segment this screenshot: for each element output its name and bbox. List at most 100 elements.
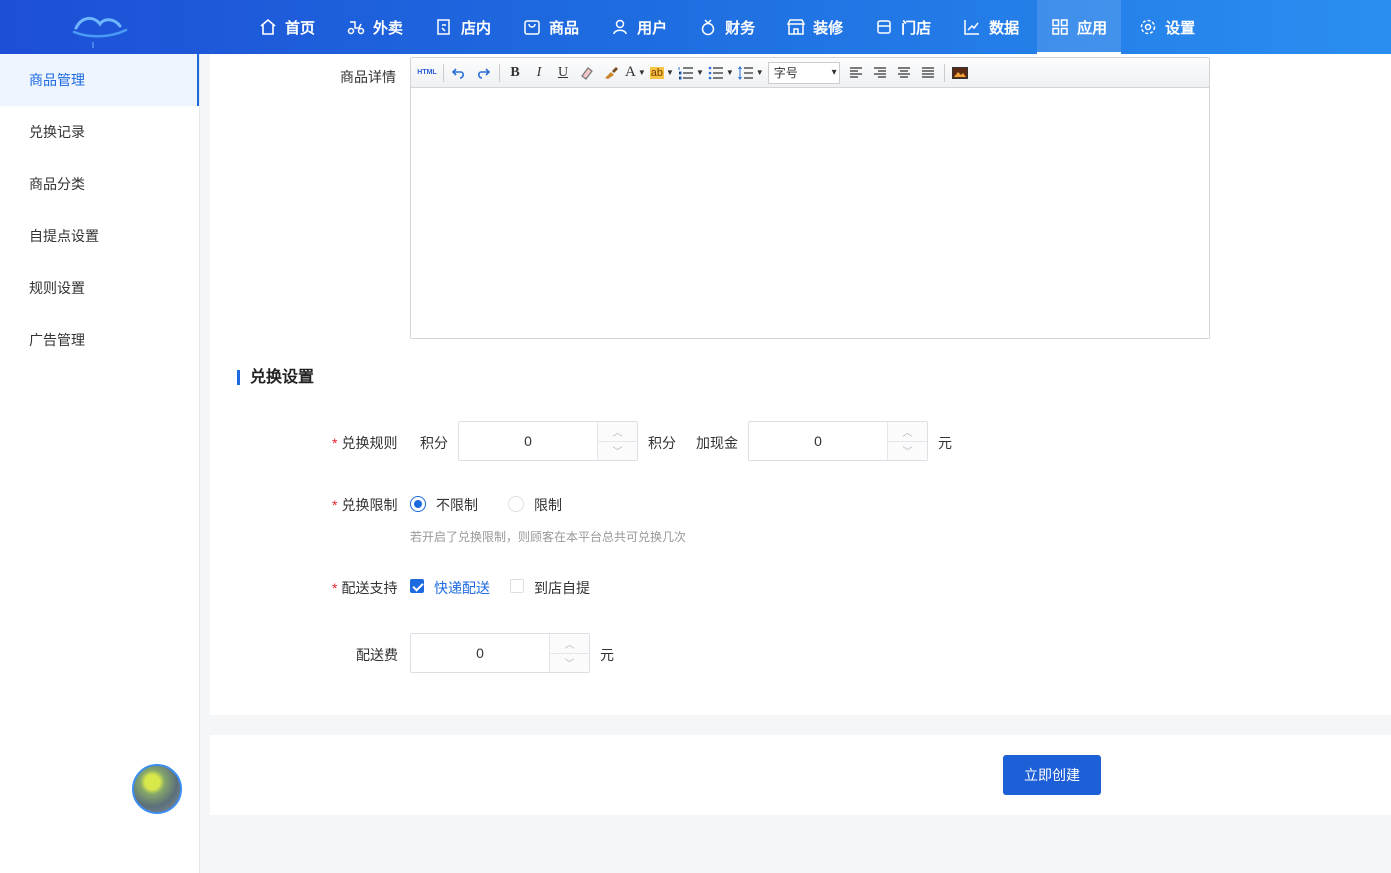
format-brush-icon[interactable] bbox=[601, 63, 621, 83]
apps-icon bbox=[1051, 18, 1069, 36]
nav-item-instore[interactable]: 店内 bbox=[421, 0, 505, 54]
nav-item-finance[interactable]: 财务 bbox=[685, 0, 769, 54]
exchange-limit-label-text: 兑换限制 bbox=[341, 497, 398, 513]
fee-input[interactable]: 0 ︿ ﹀ bbox=[410, 633, 590, 673]
radio-limited[interactable] bbox=[508, 496, 524, 512]
section-title: 兑换设置 bbox=[237, 370, 314, 386]
nav-item-apps[interactable]: 应用 bbox=[1037, 0, 1122, 54]
cash-value[interactable]: 0 bbox=[749, 422, 887, 460]
moneybag-icon bbox=[699, 18, 717, 36]
nav-label: 应用 bbox=[1077, 19, 1108, 37]
align-center-icon[interactable] bbox=[894, 63, 914, 83]
align-right-icon[interactable] bbox=[870, 63, 890, 83]
radio-unlimited-label[interactable]: 不限制 bbox=[436, 495, 478, 515]
cash-unit: 元 bbox=[938, 435, 952, 451]
qr-icon bbox=[435, 18, 453, 36]
nav-item-stores[interactable]: 门店 bbox=[861, 0, 945, 54]
nav-item-data[interactable]: 数据 bbox=[949, 0, 1033, 54]
avatar[interactable] bbox=[132, 764, 182, 814]
nav-item-home[interactable]: 首页 bbox=[245, 0, 329, 54]
nav-item-settings[interactable]: 设置 bbox=[1125, 0, 1209, 54]
points-value[interactable]: 0 bbox=[459, 422, 597, 460]
delivery-label-text: 配送支持 bbox=[341, 580, 398, 596]
nav-label: 店内 bbox=[461, 19, 492, 37]
delivery-label: 配送支持 bbox=[332, 578, 397, 598]
toolbar-divider bbox=[443, 63, 444, 82]
points-unit: 积分 bbox=[648, 435, 676, 451]
sidebar-item-goods-management[interactable]: 商品管理 bbox=[0, 54, 199, 106]
express-checkbox[interactable] bbox=[410, 579, 424, 593]
sidebar: 商品管理 兑换记录 商品分类 自提点设置 规则设置 广告管理 bbox=[0, 54, 200, 873]
footer-bar: 立即创建 bbox=[210, 735, 1391, 815]
chart-icon bbox=[963, 18, 981, 36]
pickup-checkbox[interactable] bbox=[510, 579, 524, 593]
sidebar-item-goods-category[interactable]: 商品分类 bbox=[0, 158, 199, 210]
align-left-icon[interactable] bbox=[846, 63, 866, 83]
top-navbar: 首页 外卖 店内 商品 用户 财务 装修 门店 数据 应用 设置 bbox=[0, 0, 1391, 54]
redo-icon[interactable] bbox=[473, 63, 493, 83]
radio-unlimited[interactable] bbox=[410, 496, 426, 512]
exchange-limit-label: 兑换限制 bbox=[332, 495, 397, 515]
fee-value[interactable]: 0 bbox=[411, 634, 549, 672]
sidebar-item-pickup-settings[interactable]: 自提点设置 bbox=[0, 210, 199, 262]
gear-icon bbox=[1139, 18, 1157, 36]
toolbar-divider bbox=[943, 63, 945, 82]
image-icon[interactable] bbox=[950, 63, 970, 83]
html-source-button[interactable]: HTML bbox=[417, 63, 437, 83]
decrement-icon[interactable]: ﹀ bbox=[550, 654, 589, 673]
increment-icon[interactable]: ︿ bbox=[888, 422, 927, 442]
highlight-button[interactable]: ab ▼ bbox=[649, 63, 674, 83]
user-icon bbox=[611, 18, 629, 36]
pickup-label[interactable]: 到店自提 bbox=[534, 578, 590, 598]
nav-item-goods[interactable]: 商品 bbox=[509, 0, 593, 54]
ordered-list-icon[interactable]: ▼ bbox=[678, 63, 704, 83]
sidebar-item-exchange-records[interactable]: 兑换记录 bbox=[0, 106, 199, 158]
sidebar-item-rule-settings[interactable]: 规则设置 bbox=[0, 262, 199, 314]
detail-label: 商品详情 bbox=[340, 69, 396, 85]
points-stepper: ︿ ﹀ bbox=[597, 422, 637, 460]
unordered-list-icon[interactable]: ▼ bbox=[708, 63, 734, 83]
italic-button[interactable]: I bbox=[529, 63, 549, 83]
nav-label: 外卖 bbox=[373, 19, 404, 37]
nav-label: 设置 bbox=[1165, 19, 1196, 37]
create-button[interactable]: 立即创建 bbox=[1003, 755, 1101, 795]
undo-icon[interactable] bbox=[449, 63, 469, 83]
express-label[interactable]: 快递配送 bbox=[434, 578, 490, 598]
font-color-button[interactable]: A ▼ bbox=[625, 63, 646, 83]
fee-unit: 元 bbox=[600, 647, 614, 663]
sidebar-item-ad-management[interactable]: 广告管理 bbox=[0, 314, 199, 366]
fee-label: 配送费 bbox=[356, 647, 398, 663]
underline-button[interactable]: U bbox=[553, 63, 573, 83]
nav-label: 数据 bbox=[989, 19, 1020, 37]
rich-text-editor: HTML B I U A ▼ ab ▼ ▼ ▼ ▼ 字号 bbox=[410, 57, 1210, 339]
nav-item-decoration[interactable]: 装修 bbox=[773, 0, 857, 54]
decrement-icon[interactable]: ﹀ bbox=[598, 442, 637, 461]
nav-item-users[interactable]: 用户 bbox=[597, 0, 681, 54]
store-icon bbox=[875, 18, 893, 36]
nav-label: 装修 bbox=[813, 19, 844, 37]
editor-toolbar: HTML B I U A ▼ ab ▼ ▼ ▼ ▼ 字号 bbox=[411, 58, 1209, 88]
fee-stepper: ︿ ﹀ bbox=[549, 634, 589, 672]
nav-label: 首页 bbox=[285, 19, 316, 37]
decrement-icon[interactable]: ﹀ bbox=[888, 442, 927, 461]
cash-input[interactable]: 0 ︿ ﹀ bbox=[748, 421, 928, 461]
increment-icon[interactable]: ︿ bbox=[598, 422, 637, 442]
increment-icon[interactable]: ︿ bbox=[550, 634, 589, 654]
line-height-icon[interactable]: ▼ bbox=[737, 63, 764, 83]
exchange-rule-label: 兑换规则 bbox=[332, 433, 397, 453]
nav-item-takeout[interactable]: 外卖 bbox=[333, 0, 417, 54]
cash-stepper: ︿ ﹀ bbox=[887, 422, 927, 460]
align-justify-icon[interactable] bbox=[918, 63, 938, 83]
main-nav: 首页 外卖 店内 商品 用户 财务 装修 门店 数据 应用 设置 bbox=[245, 0, 1213, 54]
radio-limited-label[interactable]: 限制 bbox=[534, 495, 562, 515]
eraser-icon[interactable] bbox=[577, 63, 597, 83]
points-label: 积分 bbox=[420, 435, 448, 451]
scooter-icon bbox=[347, 18, 365, 36]
logo-icon[interactable] bbox=[70, 8, 130, 48]
cash-label: 加现金 bbox=[696, 435, 738, 451]
bold-button[interactable]: B bbox=[505, 63, 525, 83]
font-size-select[interactable]: 字号 bbox=[767, 61, 840, 84]
chevron-down-icon: ▼ bbox=[637, 68, 646, 77]
points-input[interactable]: 0 ︿ ﹀ bbox=[458, 421, 638, 461]
editor-content-area[interactable] bbox=[411, 88, 1209, 338]
